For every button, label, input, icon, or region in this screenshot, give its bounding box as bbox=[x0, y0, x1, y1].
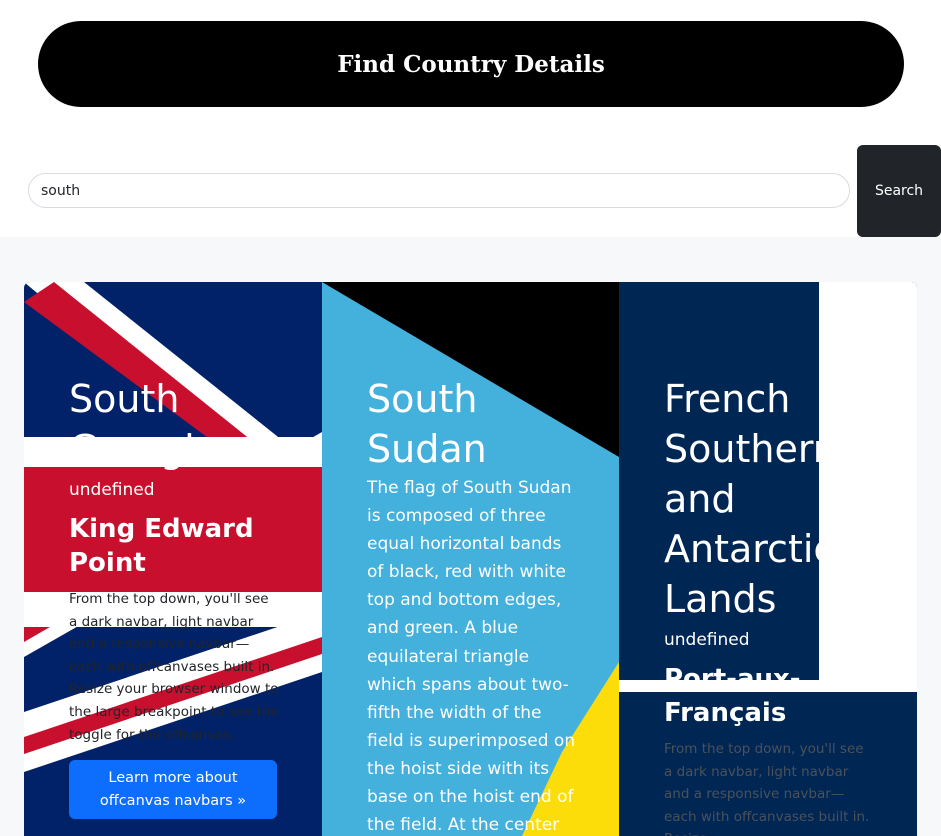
card-text: French Southern and Antarctic Lands unde… bbox=[664, 374, 876, 836]
country-description: From the top down, you'll see a dark nav… bbox=[664, 741, 870, 836]
card-text: South Sudan The flag of South Sudan is c… bbox=[367, 374, 579, 836]
search-button[interactable]: Search bbox=[857, 145, 941, 237]
country-description: From the top down, you'll see a dark nav… bbox=[69, 591, 279, 743]
page-title-text: Find Country Details bbox=[337, 50, 605, 78]
capital-name: King Edward Point bbox=[69, 514, 254, 578]
country-subtitle: undefined bbox=[664, 630, 750, 650]
capital-name: Port-aux-Français bbox=[664, 664, 801, 728]
country-name: South Sudan bbox=[367, 377, 487, 471]
learn-more-button[interactable]: Learn more about offcanvas navbars » bbox=[69, 760, 277, 820]
search-input[interactable] bbox=[28, 173, 850, 208]
country-name: French Southern and Antarctic Lands bbox=[664, 377, 837, 621]
country-subtitle: The flag of South Sudan is composed of t… bbox=[367, 478, 576, 836]
country-card: South Sudan The flag of South Sudan is c… bbox=[322, 282, 620, 836]
country-name: South Georgia bbox=[69, 377, 218, 471]
card-text: South Georgia undefined King Edward Poin… bbox=[69, 374, 281, 820]
country-subtitle: undefined bbox=[69, 480, 155, 500]
page-title: Find Country Details bbox=[38, 21, 904, 107]
country-card: South Georgia undefined King Edward Poin… bbox=[24, 282, 322, 836]
country-card: French Southern and Antarctic Lands unde… bbox=[619, 282, 917, 836]
